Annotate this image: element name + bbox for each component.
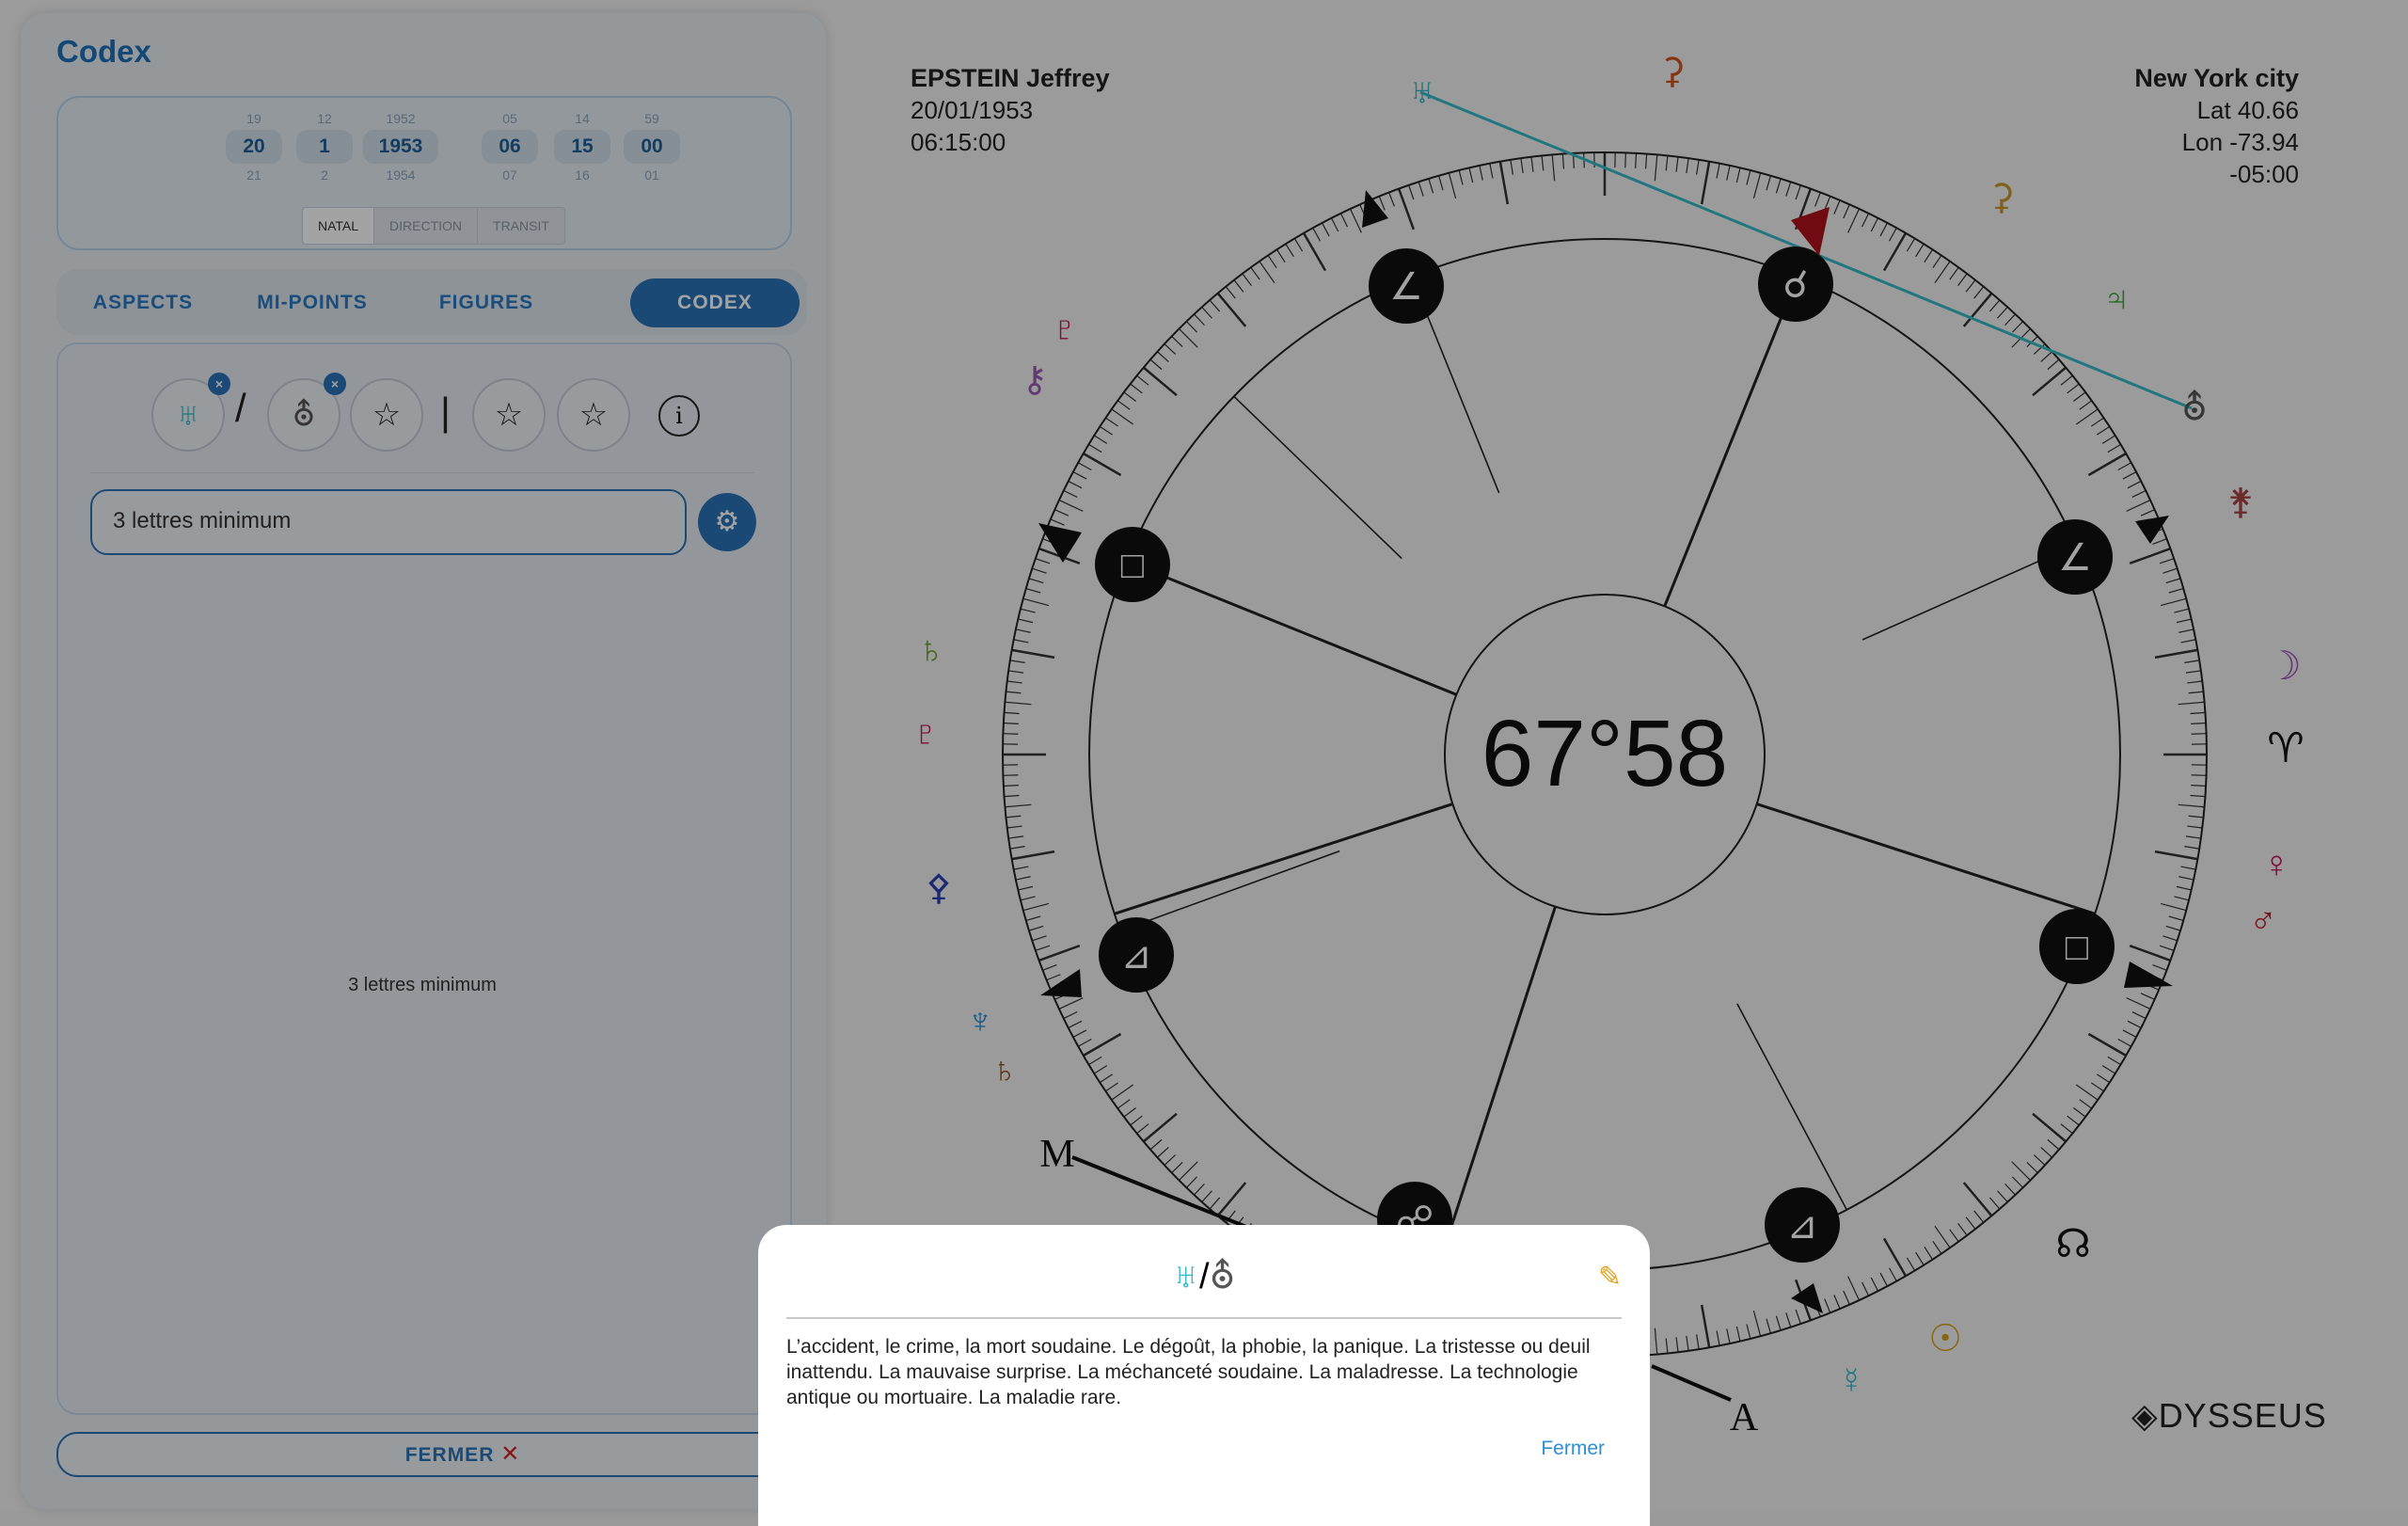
interpretation-modal: ♅/⛢ ✎ L’accident, le crime, la mort soud…: [758, 1225, 1650, 1526]
pencil-icon[interactable]: ✎: [1598, 1261, 1622, 1294]
modal-close-link[interactable]: Fermer: [1541, 1438, 1605, 1460]
lilith-icon: ⛢: [1210, 1257, 1236, 1296]
modal-title: ♅/⛢: [758, 1255, 1650, 1297]
app-root: Codex 19 20 21 12 1 2 1952 1953 1954 05 …: [0, 0, 2408, 1511]
uranus-icon: ♅: [1173, 1257, 1200, 1296]
interpretation-text: L’accident, le crime, la mort soudaine. …: [786, 1334, 1622, 1410]
modal-divider: [786, 1317, 1622, 1319]
slash: /: [1199, 1257, 1210, 1296]
